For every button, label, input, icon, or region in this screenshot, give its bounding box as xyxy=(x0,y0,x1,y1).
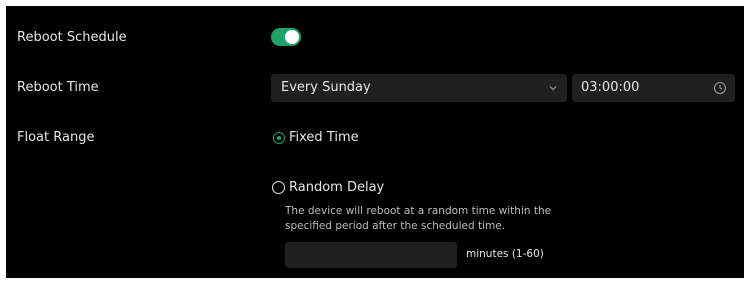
random-delay-radio[interactable]: Random Delay xyxy=(272,180,384,195)
reboot-schedule-label: Reboot Schedule xyxy=(17,30,127,45)
fixed-time-radio[interactable]: Fixed Time xyxy=(273,130,359,145)
reboot-frequency-value: Every Sunday xyxy=(281,80,371,95)
delay-unit-label: minutes (1-60) xyxy=(466,248,544,260)
radio-unchecked-icon xyxy=(272,181,285,194)
radio-checked-icon xyxy=(273,131,285,144)
reboot-settings-panel: Reboot Schedule Reboot Time Every Sunday… xyxy=(6,6,744,278)
random-delay-description: The device will reboot at a random time … xyxy=(285,205,552,232)
float-range-label: Float Range xyxy=(17,130,95,145)
chevron-down-icon xyxy=(549,86,557,91)
reboot-schedule-toggle[interactable] xyxy=(271,28,301,46)
reboot-time-input[interactable]: 03:00:00 xyxy=(572,74,735,102)
reboot-time-value: 03:00:00 xyxy=(581,80,640,95)
delay-minutes-input[interactable] xyxy=(285,242,457,268)
reboot-time-label: Reboot Time xyxy=(17,80,99,95)
fixed-time-label: Fixed Time xyxy=(289,130,359,145)
reboot-frequency-select[interactable]: Every Sunday xyxy=(271,74,567,102)
random-delay-label: Random Delay xyxy=(289,180,385,195)
clock-icon[interactable] xyxy=(713,81,727,95)
toggle-knob xyxy=(285,30,299,44)
